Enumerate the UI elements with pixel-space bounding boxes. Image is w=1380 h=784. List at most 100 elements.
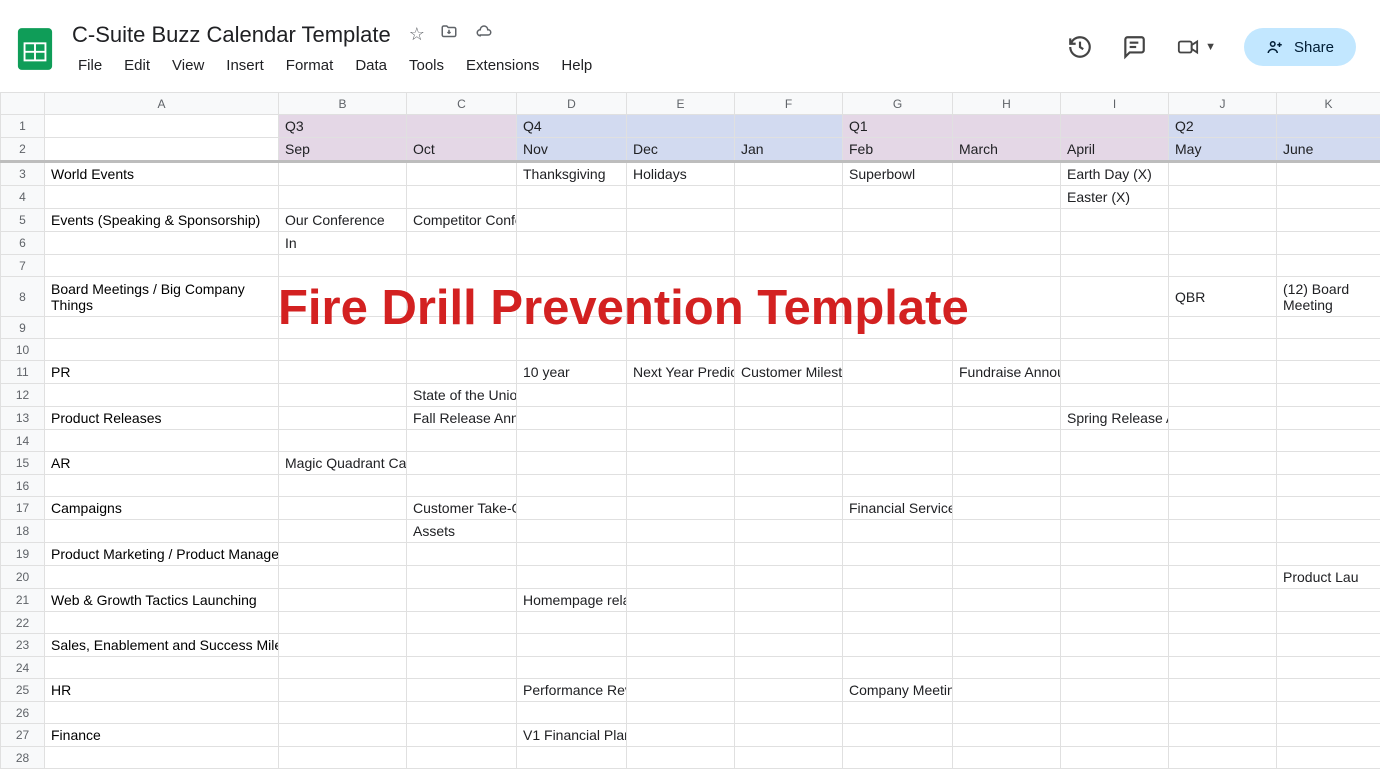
cell-16-A[interactable] xyxy=(45,475,279,497)
cell-25-D[interactable]: Performance Reviews xyxy=(517,679,627,702)
cell-10-H[interactable] xyxy=(953,339,1061,361)
cell-1-I[interactable] xyxy=(1061,115,1169,138)
cell-20-C[interactable] xyxy=(407,566,517,589)
cell-19-G[interactable] xyxy=(843,543,953,566)
cell-24-I[interactable] xyxy=(1061,657,1169,679)
cell-26-E[interactable] xyxy=(627,702,735,724)
cell-17-D[interactable] xyxy=(517,497,627,520)
row-2[interactable]: 2SepOctNovDecJanFebMarchAprilMayJune xyxy=(1,138,1380,162)
menu-data[interactable]: Data xyxy=(345,53,397,78)
row-24[interactable]: 24 xyxy=(1,657,1380,679)
cell-4-E[interactable] xyxy=(627,186,735,209)
rowhdr-1[interactable]: 1 xyxy=(1,115,45,138)
cell-13-C[interactable]: Fall Release Announcement xyxy=(407,407,517,430)
cell-10-I[interactable] xyxy=(1061,339,1169,361)
cell-16-E[interactable] xyxy=(627,475,735,497)
cell-18-A[interactable] xyxy=(45,520,279,543)
cell-17-A[interactable]: Campaigns xyxy=(45,497,279,520)
cell-21-C[interactable] xyxy=(407,589,517,612)
cell-4-F[interactable] xyxy=(735,186,843,209)
cell-12-E[interactable] xyxy=(627,384,735,407)
rowhdr-23[interactable]: 23 xyxy=(1,634,45,657)
rowhdr-20[interactable]: 20 xyxy=(1,566,45,589)
cell-13-A[interactable]: Product Releases xyxy=(45,407,279,430)
cell-27-G[interactable] xyxy=(843,724,953,747)
cell-26-K[interactable] xyxy=(1277,702,1380,724)
cell-6-K[interactable] xyxy=(1277,232,1380,255)
cell-1-C[interactable] xyxy=(407,115,517,138)
cell-27-C[interactable] xyxy=(407,724,517,747)
cell-28-A[interactable] xyxy=(45,747,279,769)
cell-2-B[interactable]: Sep xyxy=(279,138,407,162)
cell-25-J[interactable] xyxy=(1169,679,1277,702)
cell-22-E[interactable] xyxy=(627,612,735,634)
cell-20-G[interactable] xyxy=(843,566,953,589)
rowhdr-26[interactable]: 26 xyxy=(1,702,45,724)
cell-17-H[interactable] xyxy=(953,497,1061,520)
cell-18-E[interactable] xyxy=(627,520,735,543)
menu-tools[interactable]: Tools xyxy=(399,53,454,78)
cell-14-G[interactable] xyxy=(843,430,953,452)
cell-1-J[interactable]: Q2 xyxy=(1169,115,1277,138)
cell-17-G[interactable]: Financial Services Sub-Campaign xyxy=(843,497,953,520)
rowhdr-14[interactable]: 14 xyxy=(1,430,45,452)
cell-18-C[interactable]: Assets xyxy=(407,520,517,543)
row-28[interactable]: 28 xyxy=(1,747,1380,769)
cell-2-J[interactable]: May xyxy=(1169,138,1277,162)
cell-4-I[interactable]: Easter (X) xyxy=(1061,186,1169,209)
cell-20-E[interactable] xyxy=(627,566,735,589)
cell-14-F[interactable] xyxy=(735,430,843,452)
cell-19-E[interactable] xyxy=(627,543,735,566)
cell-19-A[interactable]: Product Marketing / Product Management xyxy=(45,543,279,566)
rowhdr-8[interactable]: 8 xyxy=(1,277,45,317)
cell-23-G[interactable] xyxy=(843,634,953,657)
menu-edit[interactable]: Edit xyxy=(114,53,160,78)
row-17[interactable]: 17CampaignsCustomer Take-OutFinancial Se… xyxy=(1,497,1380,520)
cell-21-K[interactable] xyxy=(1277,589,1380,612)
cell-11-B[interactable] xyxy=(279,361,407,384)
spreadsheet-grid[interactable]: A B C D E F G H I J K 1Q3Q4Q1Q22SepOctNo… xyxy=(0,92,1380,784)
row-20[interactable]: 20Product Lau xyxy=(1,566,1380,589)
cell-15-I[interactable] xyxy=(1061,452,1169,475)
cell-2-A[interactable] xyxy=(45,138,279,162)
cell-27-H[interactable] xyxy=(953,724,1061,747)
cell-9-F[interactable] xyxy=(735,317,843,339)
cell-21-E[interactable] xyxy=(627,589,735,612)
cell-21-J[interactable] xyxy=(1169,589,1277,612)
cell-4-J[interactable] xyxy=(1169,186,1277,209)
cell-2-H[interactable]: March xyxy=(953,138,1061,162)
cell-23-H[interactable] xyxy=(953,634,1061,657)
cell-25-G[interactable]: Company Meeting xyxy=(843,679,953,702)
rowhdr-3[interactable]: 3 xyxy=(1,162,45,186)
cell-16-K[interactable] xyxy=(1277,475,1380,497)
cell-25-K[interactable] xyxy=(1277,679,1380,702)
cell-3-F[interactable] xyxy=(735,162,843,186)
cell-12-A[interactable] xyxy=(45,384,279,407)
row-23[interactable]: 23Sales, Enablement and Success Mileston… xyxy=(1,634,1380,657)
rowhdr-17[interactable]: 17 xyxy=(1,497,45,520)
cell-12-D[interactable] xyxy=(517,384,627,407)
menu-help[interactable]: Help xyxy=(551,53,602,78)
cell-3-J[interactable] xyxy=(1169,162,1277,186)
cell-4-A[interactable] xyxy=(45,186,279,209)
cell-22-J[interactable] xyxy=(1169,612,1277,634)
cell-8-B[interactable] xyxy=(279,277,407,317)
cell-12-B[interactable] xyxy=(279,384,407,407)
cell-2-C[interactable]: Oct xyxy=(407,138,517,162)
cell-15-J[interactable] xyxy=(1169,452,1277,475)
row-15[interactable]: 15ARMagic Quadrant Campaign xyxy=(1,452,1380,475)
cell-8-H[interactable] xyxy=(953,277,1061,317)
cell-27-K[interactable] xyxy=(1277,724,1380,747)
cell-22-D[interactable] xyxy=(517,612,627,634)
row-10[interactable]: 10 xyxy=(1,339,1380,361)
cell-26-F[interactable] xyxy=(735,702,843,724)
cell-7-I[interactable] xyxy=(1061,255,1169,277)
cell-12-K[interactable] xyxy=(1277,384,1380,407)
cell-18-H[interactable] xyxy=(953,520,1061,543)
cell-9-I[interactable] xyxy=(1061,317,1169,339)
cell-26-D[interactable] xyxy=(517,702,627,724)
cell-5-K[interactable] xyxy=(1277,209,1380,232)
cell-24-E[interactable] xyxy=(627,657,735,679)
cell-14-D[interactable] xyxy=(517,430,627,452)
cell-16-G[interactable] xyxy=(843,475,953,497)
